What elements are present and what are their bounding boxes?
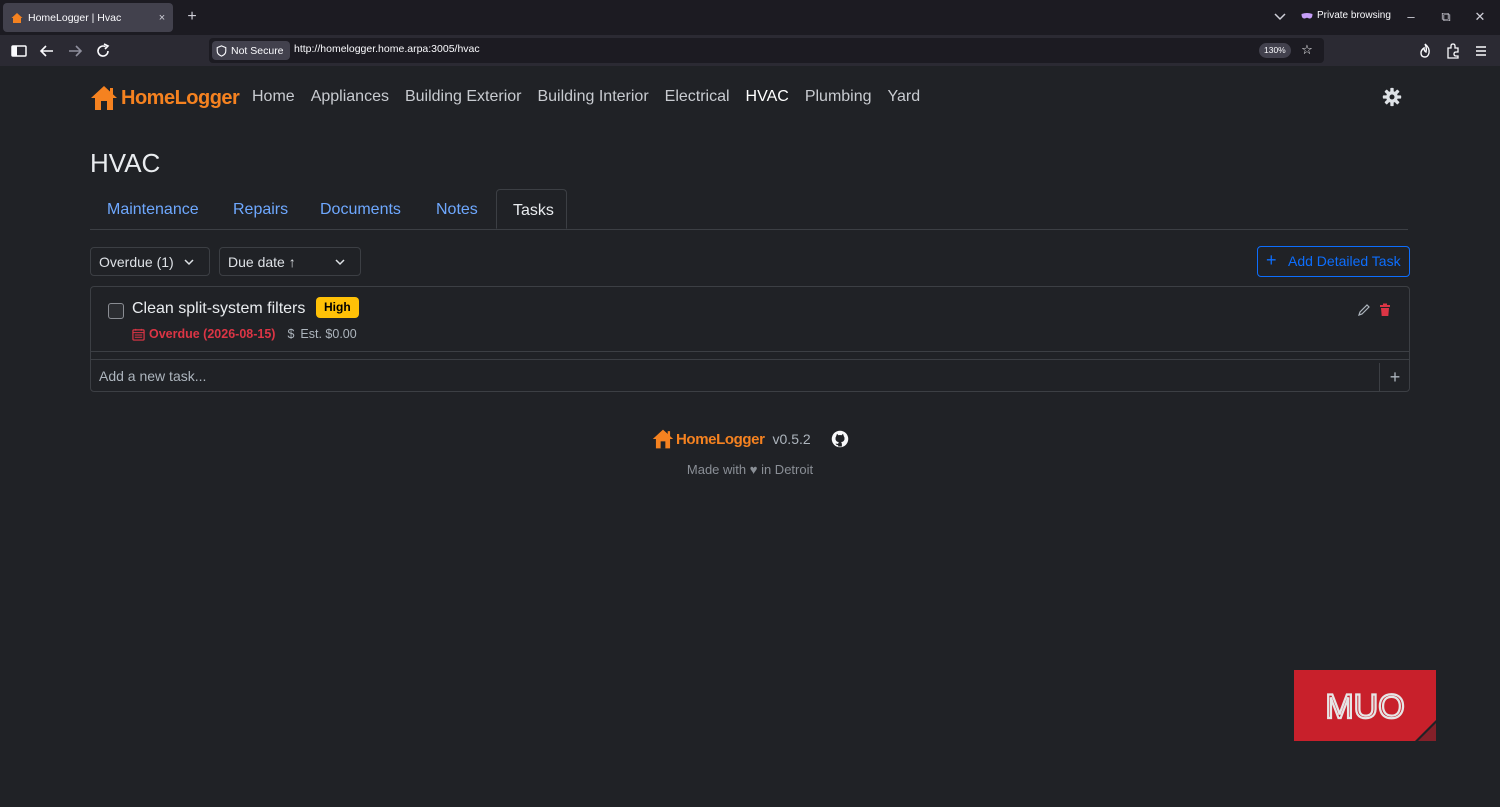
minimize-button[interactable]: –: [1397, 6, 1425, 28]
house-logo-icon: [652, 429, 674, 449]
reload-icon[interactable]: [93, 41, 113, 61]
add-task-button[interactable]: +: [1379, 363, 1410, 391]
section-tabs: Maintenance Repairs Documents Notes Task…: [90, 189, 1408, 230]
filter-label: Overdue (1): [99, 254, 174, 270]
trash-icon[interactable]: [1379, 303, 1391, 317]
page-title: HVAC: [90, 148, 161, 178]
forward-arrow-icon[interactable]: [65, 41, 85, 61]
window-close-button[interactable]: ✕: [1466, 6, 1494, 28]
new-tab-button[interactable]: +: [182, 5, 202, 29]
browser-tabstrip: HomeLogger | Hvac × + Private browsing –…: [0, 0, 1500, 35]
homelogger-favicon-icon: [11, 12, 23, 23]
restore-button[interactable]: ⧉: [1432, 6, 1460, 28]
add-detailed-task-button[interactable]: + Add Detailed Task: [1257, 246, 1410, 277]
security-indicator[interactable]: Not Secure: [212, 41, 290, 60]
url-bar[interactable]: Not Secure http://homelogger.home.arpa:3…: [209, 38, 1324, 63]
made-with-text: Made with ♥ in Detroit: [686, 462, 814, 477]
pocket-icon[interactable]: [1415, 41, 1435, 61]
extensions-icon[interactable]: [1443, 41, 1463, 61]
main-nav: Home Appliances Building Exterior Buildi…: [252, 88, 936, 106]
watermark-text: MUO: [1325, 688, 1404, 726]
menu-icon[interactable]: [1471, 41, 1491, 61]
estimated-cost: Est. $0.00: [300, 327, 357, 341]
nav-building-interior[interactable]: Building Interior: [537, 88, 648, 106]
task-meta: Overdue (2026-08-15) $ Est. $0.00: [132, 327, 357, 341]
task-name[interactable]: Clean split-system filters: [132, 300, 305, 318]
browser-tab[interactable]: HomeLogger | Hvac ×: [3, 3, 173, 32]
github-icon[interactable]: [831, 430, 849, 448]
dollar-icon: $: [287, 327, 295, 341]
table-row: Clean split-system filters High Overdue …: [91, 287, 1409, 352]
pencil-icon[interactable]: [1357, 303, 1371, 317]
url-text[interactable]: http://homelogger.home.arpa:3005/hvac: [294, 43, 480, 55]
footer-brand-line: HomeLogger v0.5.2: [652, 428, 849, 450]
gear-icon[interactable]: [1382, 87, 1402, 107]
task-complete-checkbox[interactable]: [108, 303, 124, 319]
house-logo-icon: [91, 86, 117, 110]
task-list: Clean split-system filters High Overdue …: [90, 286, 1410, 392]
brand-name: HomeLogger: [121, 86, 240, 109]
list-all-tabs-icon[interactable]: [1272, 9, 1288, 25]
app-header: HomeLogger Home Appliances Building Exte…: [90, 82, 1410, 116]
nav-home[interactable]: Home: [252, 88, 295, 106]
nav-electrical[interactable]: Electrical: [665, 88, 730, 106]
sidebar-toggle-icon[interactable]: [9, 41, 29, 61]
tab-notes[interactable]: Notes: [436, 189, 478, 229]
nav-building-exterior[interactable]: Building Exterior: [405, 88, 522, 106]
tab-documents[interactable]: Documents: [320, 189, 401, 229]
browser-tab-title: HomeLogger | Hvac: [28, 11, 122, 24]
chevron-down-icon: [184, 259, 194, 266]
tab-tasks[interactable]: Tasks: [496, 189, 567, 229]
tab-maintenance[interactable]: Maintenance: [107, 189, 199, 229]
sort-select[interactable]: Due date ↑: [219, 247, 361, 276]
tab-repairs[interactable]: Repairs: [233, 189, 288, 229]
version-label: v0.5.2: [772, 431, 811, 447]
bookmark-star-icon[interactable]: ☆: [1299, 42, 1315, 58]
new-task-input[interactable]: [91, 360, 1369, 392]
brand-logo[interactable]: HomeLogger: [90, 84, 240, 112]
shield-icon: [216, 44, 227, 57]
nav-yard[interactable]: Yard: [888, 88, 921, 106]
priority-badge: High: [316, 297, 359, 318]
zoom-level[interactable]: 130%: [1259, 43, 1291, 58]
security-label: Not Secure: [231, 44, 284, 57]
new-task-row: +: [91, 359, 1409, 392]
chevron-down-icon: [335, 259, 345, 266]
browser-navbar: Not Secure http://homelogger.home.arpa:3…: [0, 35, 1500, 66]
nav-hvac[interactable]: HVAC: [746, 88, 789, 106]
add-detailed-task-label: Add Detailed Task: [1288, 253, 1401, 269]
private-mask-icon: [1301, 12, 1313, 19]
back-arrow-icon[interactable]: [37, 41, 57, 61]
sort-label: Due date ↑: [228, 254, 296, 270]
muo-watermark: MUO: [1294, 670, 1436, 741]
private-browsing-indicator: Private browsing: [1301, 10, 1391, 21]
private-browsing-label: Private browsing: [1317, 10, 1391, 21]
calendar-icon: [132, 328, 145, 341]
overdue-status: Overdue (2026-08-15): [149, 327, 276, 341]
tab-close-icon[interactable]: ×: [151, 12, 173, 24]
nav-plumbing[interactable]: Plumbing: [805, 88, 872, 106]
plus-icon: +: [1266, 250, 1277, 270]
footer-brand-name[interactable]: HomeLogger: [676, 431, 765, 448]
nav-appliances[interactable]: Appliances: [311, 88, 389, 106]
filter-select[interactable]: Overdue (1): [90, 247, 210, 276]
